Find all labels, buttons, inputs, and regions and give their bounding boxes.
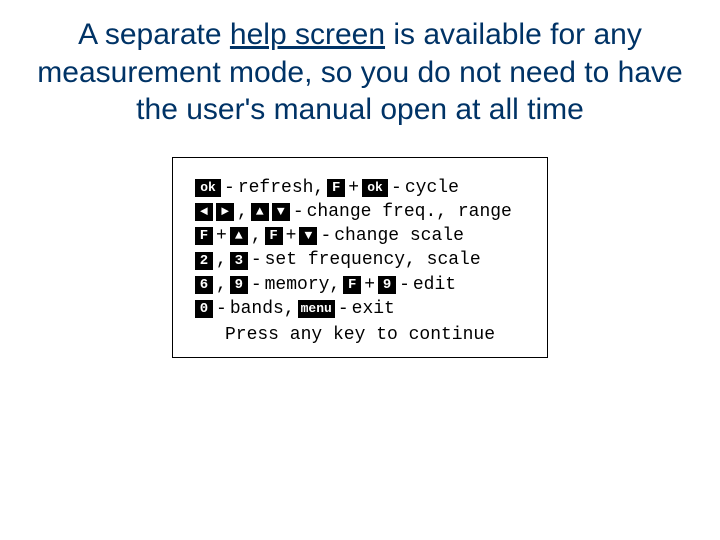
help-line-3: F + ▲ , F + ▼ - change scale xyxy=(195,224,525,248)
label-refresh: refresh, xyxy=(238,176,324,200)
caption-pre: A separate xyxy=(78,18,230,51)
comma: , xyxy=(237,200,248,224)
dash: - xyxy=(224,176,235,200)
help-screen-panel: ok - refresh, F + ok - cycle ◄ ► , ▲ ▼ -… xyxy=(172,157,548,359)
caption-underline: help screen xyxy=(230,18,385,51)
key-2-icon: 2 xyxy=(195,252,213,270)
label-set-freq-scale: set frequency, scale xyxy=(265,248,481,272)
key-3-icon: 3 xyxy=(230,252,248,270)
plus: + xyxy=(348,176,359,200)
down-arrow-key-icon: ▼ xyxy=(299,227,317,245)
label-edit: edit xyxy=(413,273,456,297)
help-line-1: ok - refresh, F + ok - cycle xyxy=(195,176,525,200)
help-line-6: 0 - bands, menu - exit xyxy=(195,297,525,321)
dash: - xyxy=(251,273,262,297)
dash: - xyxy=(216,297,227,321)
label-change-freq-range: change freq., range xyxy=(307,200,512,224)
label-change-scale: change scale xyxy=(334,224,464,248)
label-memory: memory, xyxy=(265,273,341,297)
f-key-icon: F xyxy=(343,276,361,294)
plus: + xyxy=(364,273,375,297)
key-9-icon: 9 xyxy=(378,276,396,294)
dash: - xyxy=(293,200,304,224)
down-arrow-key-icon: ▼ xyxy=(272,203,290,221)
f-key-icon: F xyxy=(327,179,345,197)
help-line-5: 6 , 9 - memory, F + 9 - edit xyxy=(195,273,525,297)
label-cycle: cycle xyxy=(405,176,459,200)
key-0-icon: 0 xyxy=(195,300,213,318)
right-arrow-key-icon: ► xyxy=(216,203,234,221)
press-any-key: Press any key to continue xyxy=(195,325,525,345)
key-9-icon: 9 xyxy=(230,276,248,294)
key-6-icon: 6 xyxy=(195,276,213,294)
comma: , xyxy=(251,224,262,248)
up-arrow-key-icon: ▲ xyxy=(230,227,248,245)
dash: - xyxy=(320,224,331,248)
slide-caption: A separate help screen is available for … xyxy=(0,0,720,129)
ok-key-icon: ok xyxy=(362,179,388,197)
label-exit: exit xyxy=(352,297,395,321)
plus: + xyxy=(286,224,297,248)
up-arrow-key-icon: ▲ xyxy=(251,203,269,221)
dash: - xyxy=(399,273,410,297)
dash: - xyxy=(391,176,402,200)
label-bands: bands, xyxy=(230,297,295,321)
dash: - xyxy=(251,248,262,272)
menu-key-icon: menu xyxy=(298,300,335,318)
ok-key-icon: ok xyxy=(195,179,221,197)
dash: - xyxy=(338,297,349,321)
comma: , xyxy=(216,273,227,297)
f-key-icon: F xyxy=(195,227,213,245)
left-arrow-key-icon: ◄ xyxy=(195,203,213,221)
help-line-4: 2 , 3 - set frequency, scale xyxy=(195,248,525,272)
comma: , xyxy=(216,248,227,272)
f-key-icon: F xyxy=(265,227,283,245)
plus: + xyxy=(216,224,227,248)
help-line-2: ◄ ► , ▲ ▼ - change freq., range xyxy=(195,200,525,224)
